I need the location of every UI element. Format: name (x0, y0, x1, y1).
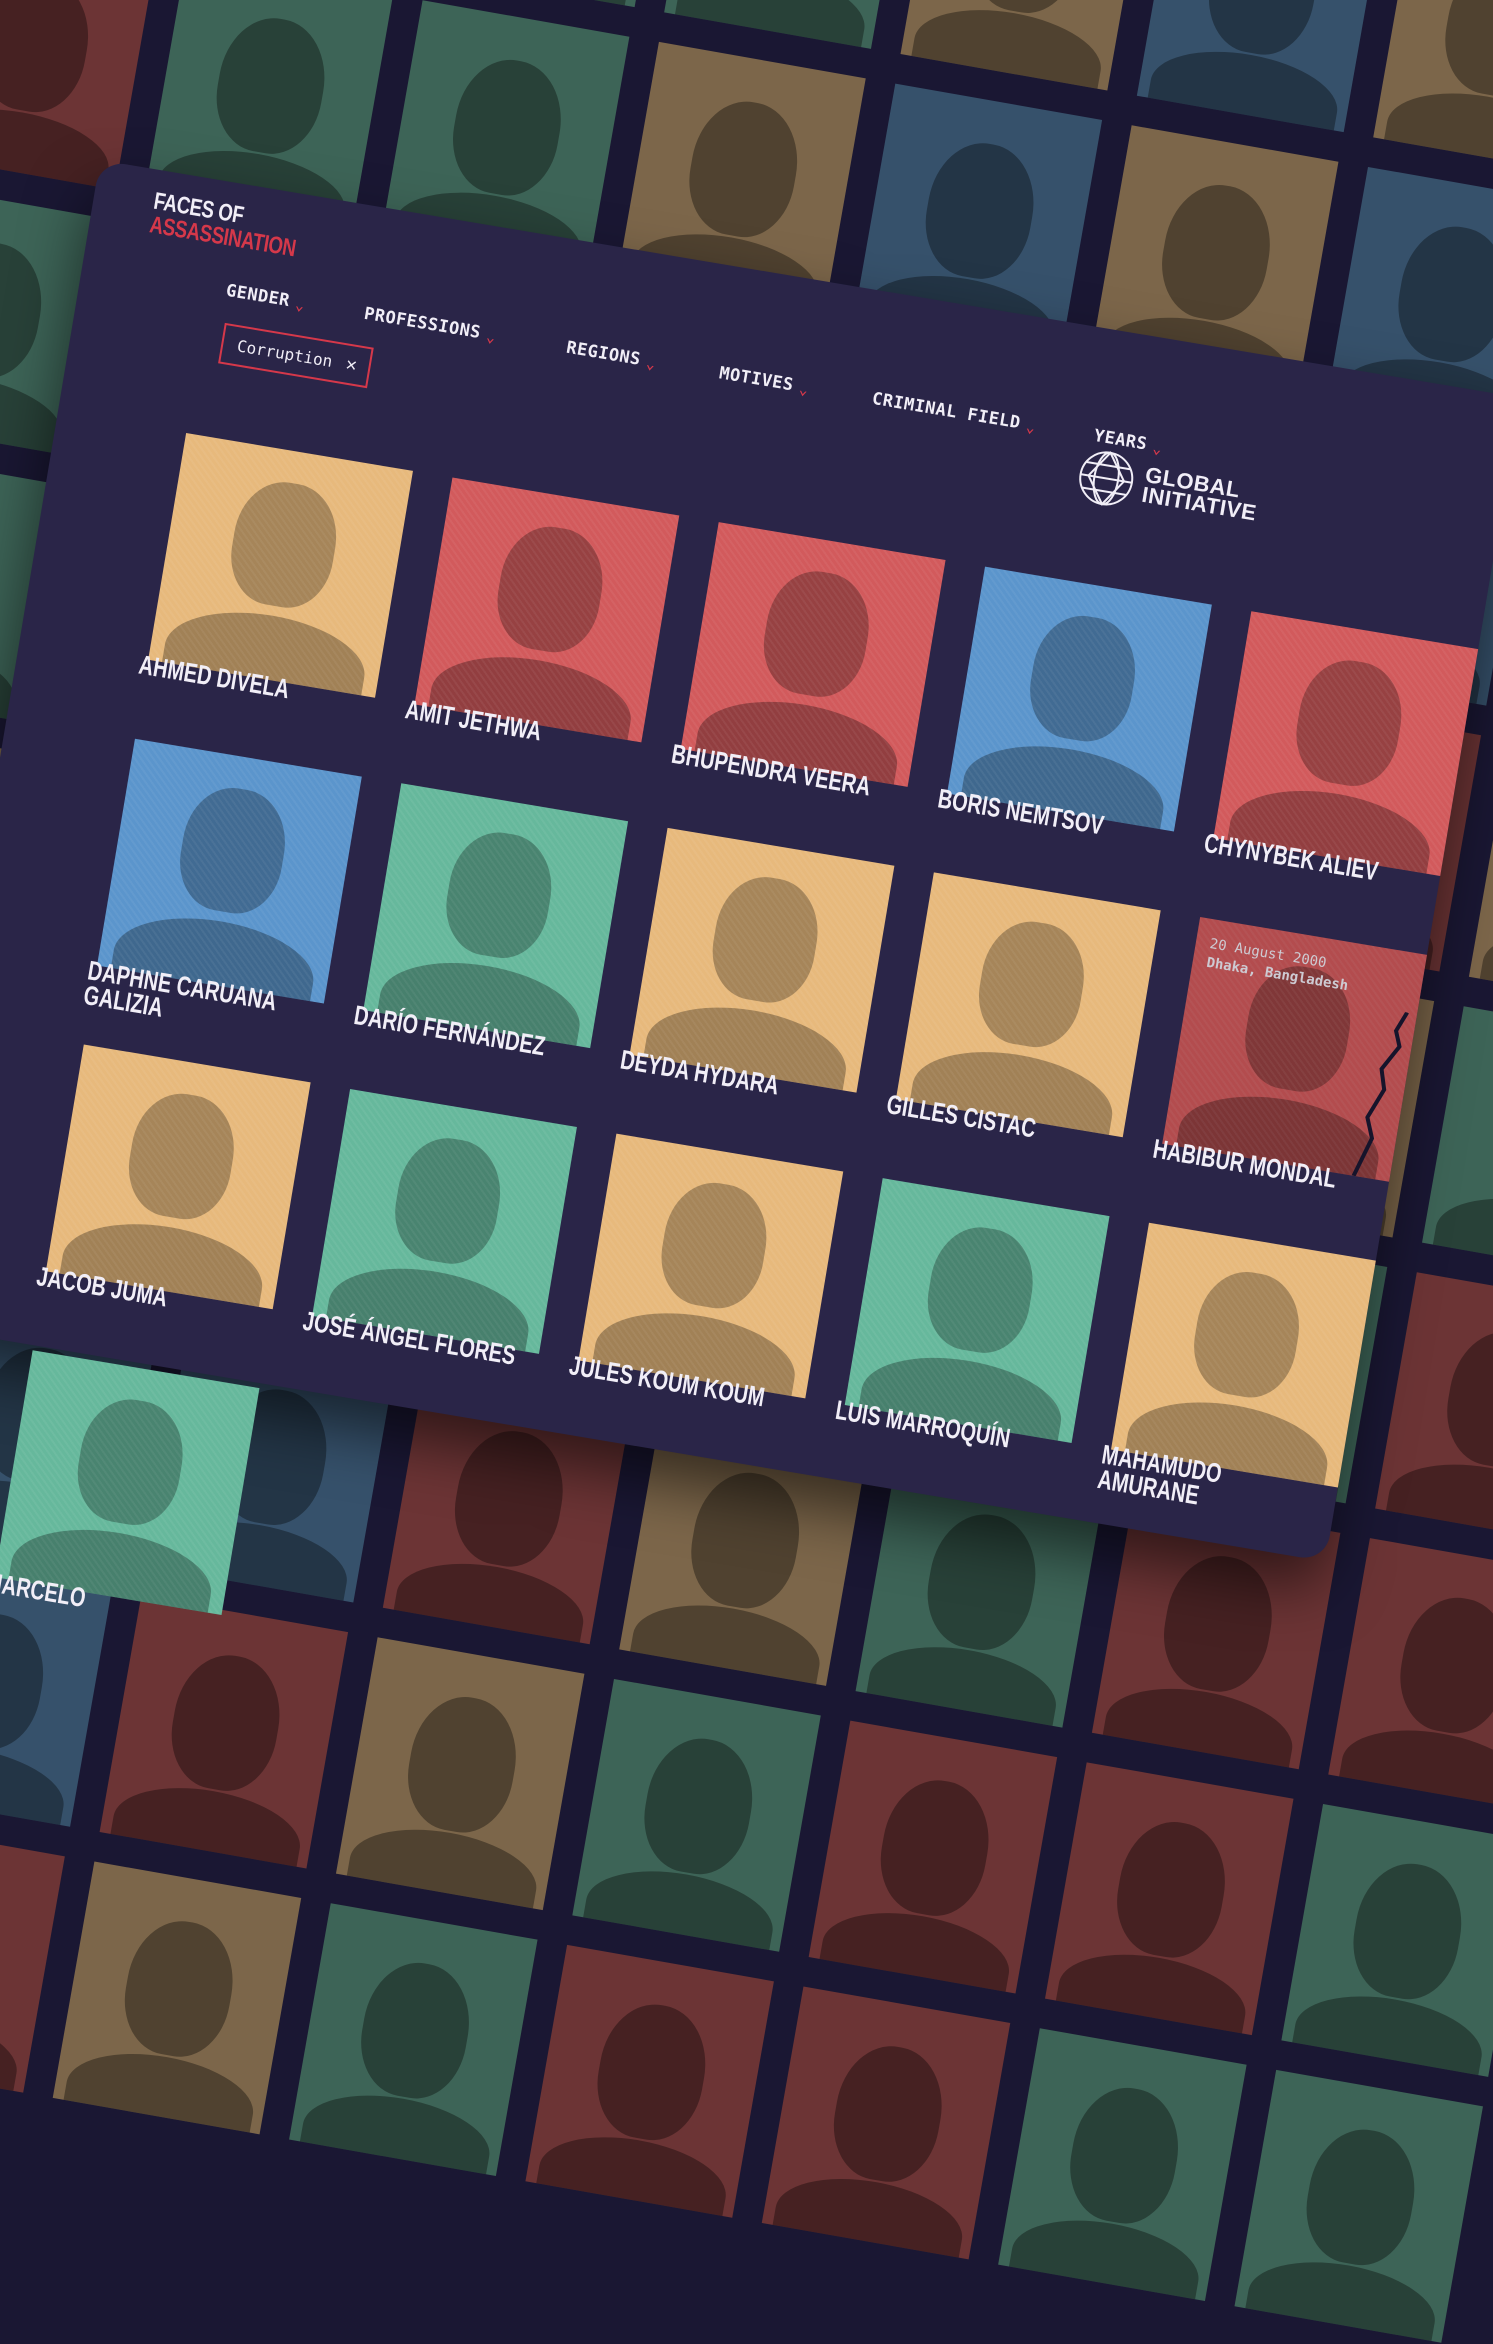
background-portrait-body (767, 2165, 969, 2260)
background-portrait-body (105, 1774, 307, 1869)
background-portrait (998, 2028, 1247, 2302)
background-portrait-body (0, 95, 116, 190)
background-portrait-body (1240, 2248, 1442, 2343)
person-card[interactable]: DARÍO FERNÁNDEZ (352, 783, 629, 1117)
person-card[interactable]: AMIT JETHWA (403, 477, 680, 812)
background-portrait (289, 1903, 538, 2177)
background-portrait-body (0, 1733, 71, 1827)
person-card[interactable]: BHUPENDRA VEERA (669, 522, 946, 856)
filter-gender[interactable]: GENDER ⌄ (224, 280, 307, 315)
background-portrait-face (1390, 1589, 1493, 1741)
background-portrait-face (207, 10, 334, 161)
background-portrait-body (1051, 1941, 1252, 2036)
person-card[interactable]: MARCELO (0, 1350, 260, 1684)
background-portrait-face (1343, 1855, 1471, 2007)
globe-icon (1079, 451, 1134, 506)
person-card[interactable]: LUIS MARROQUÍN (833, 1178, 1110, 1512)
background-portrait-body (531, 2123, 733, 2218)
person-card[interactable]: CHYNYBEK ALIEV (1202, 611, 1479, 945)
background-portrait-face (1297, 2121, 1424, 2273)
background-portrait-face (1388, 218, 1493, 370)
person-card[interactable]: DAPHNE CARUANA GALIZIA (82, 738, 362, 1073)
filter-label: MOTIVES (717, 363, 796, 396)
background-portrait (1136, 0, 1386, 133)
background-portrait-body (1381, 1451, 1493, 1546)
background-portrait-face (115, 1913, 242, 2064)
close-icon[interactable]: ✕ (344, 354, 358, 377)
background-portrait-body (578, 1858, 780, 1952)
filter-regions[interactable]: REGIONS ⌄ (564, 337, 658, 374)
background-portrait (664, 0, 913, 49)
background-portrait-face (1435, 0, 1493, 104)
background-portrait-body (1428, 1185, 1493, 1280)
background-portrait (1375, 1272, 1493, 1546)
background-portrait-body (670, 0, 872, 49)
chevron-down-icon: ⌄ (293, 295, 307, 315)
background-portrait (1328, 1538, 1493, 1811)
chevron-down-icon: ⌄ (484, 327, 498, 347)
chevron-down-icon: ⌄ (797, 379, 810, 399)
background-portrait (1373, 0, 1493, 174)
background-portrait-body (1143, 38, 1344, 133)
chevron-down-icon: ⌄ (1024, 417, 1037, 437)
background-portrait-face (351, 1954, 479, 2106)
active-filter-label: Corruption (235, 336, 334, 371)
filter-motives[interactable]: MOTIVES ⌄ (717, 363, 811, 399)
main-panel: FACES OF ASSASSINATION GENDER ⌄ PROFESSI… (0, 160, 1493, 1616)
background-portrait (761, 1986, 1011, 2260)
background-portrait-body (295, 2082, 496, 2177)
filter-label: PROFESSIONS (362, 303, 483, 344)
background-portrait-body (1004, 2207, 1206, 2302)
background-portrait-body (1334, 1717, 1493, 1811)
person-card[interactable]: JACOB JUMA (34, 1044, 311, 1378)
background-portrait-face (0, 500, 4, 651)
person-card[interactable]: GILLES CISTAC (884, 872, 1161, 1206)
person-card[interactable]: AHMED DIVELA (137, 432, 413, 767)
person-card[interactable]: MAHAMUDO AMURANE (1096, 1222, 1376, 1557)
background-portrait-face (824, 2038, 952, 2189)
background-portrait-body (1287, 1983, 1489, 2077)
background-portrait-face (1152, 176, 1280, 328)
background-portrait-body (1475, 919, 1493, 1014)
background-portrait-face (0, 0, 98, 120)
background-portrait (52, 1861, 302, 2135)
background-portrait-face (916, 135, 1043, 286)
background-portrait-body (814, 1899, 1016, 1994)
background-portrait (427, 0, 677, 8)
background-portrait-face (0, 1871, 6, 2023)
background-portrait-body (906, 0, 1108, 91)
person-card[interactable]: BORIS NEMTSOV (936, 566, 1212, 901)
people-grid: AHMED DIVELA AMIT JETHWA BHUPENDRA VEERA BO… (0, 432, 1479, 1862)
background-portrait-body (1379, 80, 1493, 174)
background-portrait (525, 1944, 774, 2218)
background-portrait-face (1060, 2079, 1188, 2231)
site-logo[interactable]: FACES OF ASSASSINATION (148, 188, 301, 263)
background-portrait-face (0, 234, 51, 386)
filter-label: GENDER (224, 280, 292, 312)
background-portrait (0, 1819, 65, 2093)
background-portrait-face (679, 93, 807, 245)
background-portrait-body (342, 1816, 543, 1911)
person-card[interactable]: JOSÉ ÁNGEL FLORES (301, 1089, 577, 1423)
filter-label: REGIONS (564, 337, 643, 370)
background-portrait (1234, 2069, 1483, 2343)
filter-professions[interactable]: PROFESSIONS ⌄ (362, 303, 498, 347)
chevron-down-icon: ⌄ (644, 354, 658, 374)
background-portrait-face (587, 1996, 715, 2148)
filter-criminal-field[interactable]: CRIMINAL FIELD ⌄ (870, 388, 1038, 437)
background-portrait (1281, 1804, 1493, 2077)
person-card[interactable]: DEYDA HYDARA (618, 827, 895, 1162)
background-portrait (900, 0, 1149, 91)
background-portrait-face (1484, 1057, 1493, 1209)
person-card[interactable]: JULES KOUM KOUM (567, 1133, 844, 1468)
background-portrait-body (433, 0, 635, 8)
background-portrait-face (443, 51, 571, 203)
background-portrait-body (0, 1998, 24, 2093)
background-portrait (1422, 1006, 1493, 1280)
filter-label: CRIMINAL FIELD (870, 388, 1023, 434)
person-card[interactable]: 20 August 2000 Dhaka, Bangladesh HABIBUR M… (1151, 916, 1427, 1251)
background-portrait-face (1437, 1323, 1493, 1475)
background-portrait-body (58, 2040, 260, 2135)
background-portrait (0, 0, 157, 190)
